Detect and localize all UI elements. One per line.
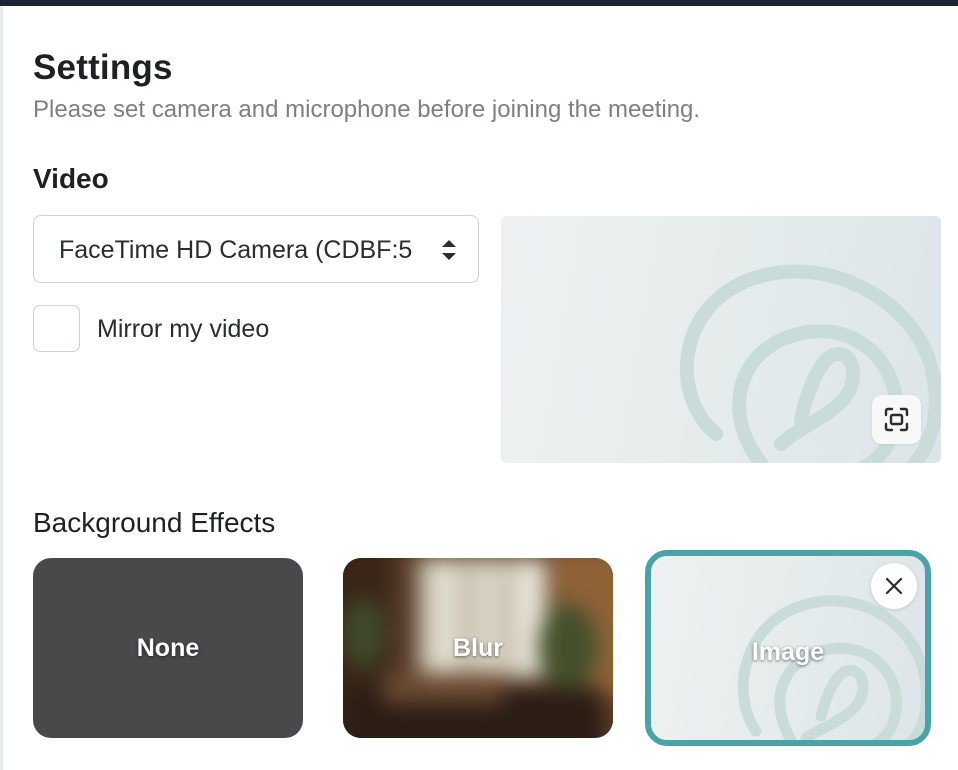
camera-select[interactable]: FaceTime HD Camera (CDBF:5 <box>33 215 479 283</box>
remove-background-image-button[interactable] <box>871 563 917 609</box>
background-option-label: None <box>136 634 200 662</box>
background-option-none[interactable]: None <box>33 558 303 738</box>
fullscreen-button[interactable] <box>872 395 921 444</box>
background-effects-title: Background Effects <box>33 507 276 538</box>
page-subtitle: Please set camera and microphone before … <box>33 96 701 123</box>
mirror-video-checkbox[interactable] <box>33 305 80 352</box>
page-title: Settings <box>33 48 173 87</box>
background-option-blur[interactable]: Blur <box>343 558 613 738</box>
up-down-chevron-icon <box>442 240 456 260</box>
fullscreen-icon <box>884 407 909 432</box>
panel-border <box>0 6 3 770</box>
top-bar <box>0 0 958 6</box>
camera-select-value: FaceTime HD Camera (CDBF:5 <box>59 236 413 264</box>
background-option-label: Image <box>751 638 825 666</box>
background-option-label: Blur <box>453 634 503 662</box>
mirror-video-label[interactable]: Mirror my video <box>97 314 269 344</box>
close-icon <box>885 577 903 595</box>
video-section-title: Video <box>33 163 109 194</box>
